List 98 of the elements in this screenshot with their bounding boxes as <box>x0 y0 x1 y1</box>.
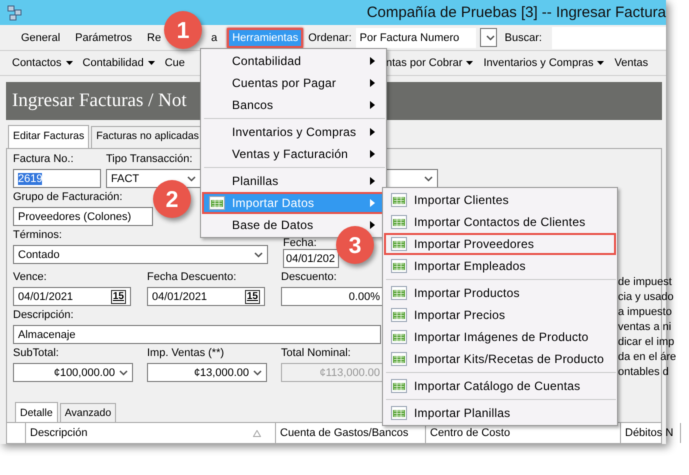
help-text: da en el áre <box>618 350 676 365</box>
menu-item[interactable]: Parámetros <box>70 28 137 48</box>
app-icon <box>7 4 23 20</box>
field-label: Fecha Descuento: <box>147 271 236 285</box>
spreadsheet-icon <box>209 196 225 210</box>
field-label: Tipo Transacción: <box>106 153 192 167</box>
submenu-arrow-icon <box>370 177 375 185</box>
spreadsheet-icon <box>391 237 407 251</box>
dropdown-field[interactable]: Contado <box>13 245 268 264</box>
dropdown-caret-icon[interactable] <box>119 370 128 376</box>
menu-item[interactable]: Importar Productos <box>384 282 616 304</box>
menu-item[interactable]: Importar Planillas <box>384 402 616 424</box>
menu-item[interactable]: Importar Clientes <box>384 189 616 211</box>
help-text: de impuest <box>618 275 673 290</box>
menu-item[interactable]: Importar Imágenes de Producto <box>384 326 616 348</box>
field-label: Total Nominal: <box>281 347 351 361</box>
input-field[interactable]: 04/01/202 <box>283 249 339 268</box>
menu-item[interactable]: Contabilidad <box>202 50 385 72</box>
tab[interactable]: Editar Facturas <box>8 125 90 148</box>
menu-item[interactable]: Importar Empleados <box>384 255 616 277</box>
menu-item[interactable]: General <box>16 28 66 48</box>
menu-item[interactable]: Importar Kits/Recetas de Producto <box>384 348 616 370</box>
dropdown-button[interactable] <box>480 28 497 47</box>
dropdown-caret-icon <box>148 61 155 65</box>
field-label: Fecha: <box>283 236 317 249</box>
dropdown-caret-icon[interactable] <box>254 252 263 258</box>
sort-arrow-icon <box>253 430 261 436</box>
dropdown-caret-icon <box>466 61 474 65</box>
dropdown-field[interactable]: ¢100,000.00 <box>13 363 133 382</box>
help-text: dicar el imp <box>618 335 676 350</box>
field-label: Vence: <box>13 271 47 285</box>
help-text: cia y usado <box>618 290 675 305</box>
submenu-arrow-icon <box>370 199 375 207</box>
menu-item[interactable]: Ventas y Facturación <box>202 143 385 165</box>
dropdown-field[interactable] <box>386 169 438 188</box>
spreadsheet-icon <box>391 330 407 344</box>
menu-item[interactable]: Importar Contactos de Clientes <box>384 211 616 233</box>
field-label: Imp. Ventas (**) <box>147 347 224 361</box>
submenu-arrow-icon <box>370 101 375 109</box>
dropdown-caret-icon <box>597 61 604 65</box>
search-label: Buscar: <box>504 32 542 44</box>
help-text: a impuesto <box>618 305 673 320</box>
menu-item[interactable]: Importar Precios <box>384 304 616 326</box>
field-label: Términos: <box>13 229 62 243</box>
dropdown-caret-icon[interactable] <box>187 176 196 182</box>
dropdown-caret-icon[interactable] <box>424 176 433 182</box>
submenu-arrow-icon <box>370 57 375 65</box>
toolbar-menu[interactable]: Inventarios y Compras <box>483 57 604 69</box>
dropdown-caret-icon[interactable] <box>253 370 262 376</box>
spreadsheet-icon <box>391 406 407 420</box>
input-field[interactable]: Proveedores (Colones) <box>13 207 153 226</box>
menu-item[interactable]: Importar Catálogo de Cuentas <box>384 375 616 397</box>
toolbar-menu[interactable]: Cue <box>164 57 185 69</box>
field-label: Descuento: <box>281 271 337 285</box>
help-text: ontables d <box>618 365 670 380</box>
spreadsheet-icon <box>391 215 407 229</box>
spreadsheet-icon <box>391 379 407 393</box>
spreadsheet-icon <box>391 259 407 273</box>
sort-dropdown[interactable]: Por Factura Numero <box>356 28 476 48</box>
dropdown-field[interactable]: FACT <box>106 169 201 188</box>
spreadsheet-icon <box>391 308 407 322</box>
field-label: Descripción: <box>13 309 74 323</box>
submenu-arrow-icon <box>370 79 375 87</box>
input-field[interactable]: 2619 <box>13 169 101 188</box>
field-label: SubTotal: <box>13 347 59 361</box>
input-field[interactable]: 0.00% <box>281 287 385 306</box>
column-header[interactable]: Débitos N <box>621 423 681 443</box>
menu-item[interactable]: Bancos <box>202 94 385 116</box>
menu-item[interactable]: Re <box>142 28 166 48</box>
submenu-arrow-icon <box>370 128 375 136</box>
menu-item[interactable]: Inventarios y Compras <box>202 121 385 143</box>
menu-item[interactable]: Planillas <box>202 170 385 192</box>
submenu-arrow-icon <box>370 150 375 158</box>
tab[interactable]: Avanzado <box>60 403 116 422</box>
tab[interactable]: Detalle <box>15 402 58 422</box>
spreadsheet-icon <box>391 193 407 207</box>
menu-item[interactable]: a <box>206 28 222 48</box>
field-label: Factura No.: <box>13 153 74 167</box>
submenu-arrow-icon <box>370 221 375 229</box>
toolbar-menu[interactable]: Contactos <box>12 57 73 69</box>
dropdown-field[interactable]: ¢13,000.00 <box>147 363 267 382</box>
date-field[interactable]: 04/01/2021 15 <box>13 287 131 306</box>
toolbar-menu[interactable]: ntas por Cobrar <box>386 57 474 69</box>
toolbar-menu[interactable]: Ventas <box>614 57 648 69</box>
window-title: Compañía de Pruebas [3] -- Ingresar Factura <box>366 4 666 21</box>
sort-label: Ordenar: <box>308 32 352 44</box>
date-field[interactable]: 04/01/2021 15 <box>147 287 265 306</box>
search-field[interactable] <box>552 26 666 48</box>
spreadsheet-icon <box>391 352 407 366</box>
field-label: Grupo de Facturación: <box>13 191 122 205</box>
column-header[interactable]: Descripción <box>26 423 276 443</box>
dropdown-caret-icon <box>66 61 73 65</box>
help-text: ventas a ni <box>618 320 672 335</box>
dropdown-caret-icon[interactable] <box>486 34 495 40</box>
spreadsheet-icon <box>391 286 407 300</box>
menu-item[interactable]: Importar Proveedores <box>384 233 616 255</box>
toolbar-menu[interactable]: Contabilidad <box>82 57 155 69</box>
input-field[interactable]: Almacenaje <box>13 325 381 344</box>
